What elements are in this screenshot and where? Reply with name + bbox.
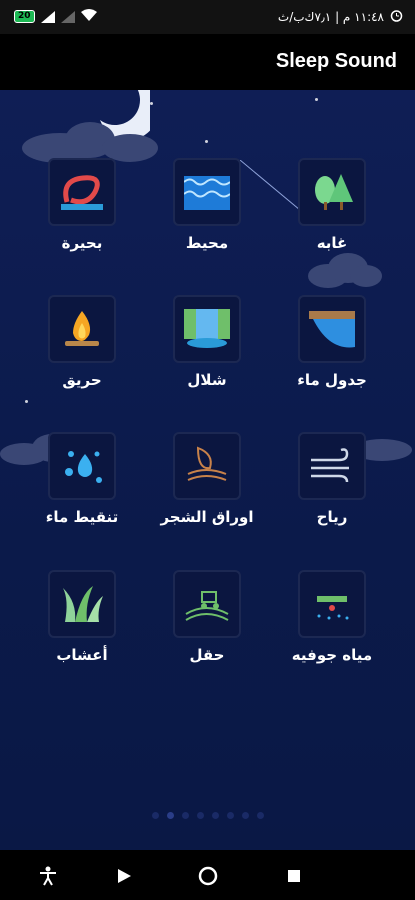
sound-label: رياح [316, 508, 348, 526]
page-dot[interactable] [226, 812, 234, 819]
sound-tile-field[interactable]: حقل [147, 570, 267, 664]
status-right: ١١:٤٨ م | ٧٫١ك‌ب/ث [278, 9, 403, 25]
sound-label: غابه [316, 234, 348, 252]
signal-icon [60, 10, 75, 23]
sound-label: حريق [62, 371, 102, 389]
accessibility-icon[interactable] [36, 864, 60, 888]
sound-tile-forest[interactable]: غابه [272, 158, 392, 252]
sound-tile-underground-water[interactable]: مياه جوفيه [272, 570, 392, 664]
forest-icon [298, 158, 366, 226]
underground-water-icon [298, 570, 366, 638]
grass-icon [48, 570, 116, 638]
stream-icon [298, 295, 366, 363]
campfire-icon [48, 295, 116, 363]
wind-icon [298, 432, 366, 500]
page-indicator[interactable] [0, 812, 415, 819]
page-dot[interactable] [256, 812, 264, 819]
play-icon[interactable] [112, 864, 136, 888]
waterfall-icon [173, 295, 241, 363]
sound-label: اوراق الشجر [160, 508, 254, 526]
page-dot[interactable] [211, 812, 219, 819]
wifi-icon [80, 9, 97, 24]
sound-tile-grass[interactable]: أعشاب [22, 570, 142, 664]
sounds-screen[interactable]: غابه محيط بحيرة جدول ماء شلال حريق رياح … [0, 90, 415, 850]
water-drops-icon [48, 432, 116, 500]
cloud-icon [308, 253, 382, 288]
sound-tile-lake[interactable]: بحيرة [22, 158, 142, 252]
page-dot[interactable] [181, 812, 189, 819]
square-icon[interactable] [282, 864, 306, 888]
home-icon[interactable] [196, 864, 220, 888]
app-bar: Sleep Sound [0, 34, 415, 90]
status-left: 20 [14, 9, 97, 24]
field-icon [173, 570, 241, 638]
status-bar: 20 ١١:٤٨ م | ٧٫١ك‌ب/ث [0, 0, 415, 34]
sound-label: أعشاب [56, 646, 108, 664]
star [315, 98, 318, 101]
page-dot[interactable] [166, 812, 174, 819]
battery-icon: 20 [14, 10, 35, 23]
navigation-bar [0, 850, 415, 900]
star [205, 140, 208, 143]
sound-tile-water-drops[interactable]: تنقيط ماء [22, 432, 142, 526]
ocean-icon [173, 158, 241, 226]
page-dot[interactable] [151, 812, 159, 819]
star [150, 102, 153, 105]
page-dot[interactable] [241, 812, 249, 819]
sound-label: بحيرة [61, 234, 103, 252]
sound-label: تنقيط ماء [45, 508, 119, 526]
signal-icon [40, 10, 55, 23]
sound-label: جدول ماء [297, 371, 367, 389]
alarm-icon [390, 9, 403, 25]
sound-tile-wind[interactable]: رياح [272, 432, 392, 526]
page-dot[interactable] [196, 812, 204, 819]
sound-tile-campfire[interactable]: حريق [22, 295, 142, 389]
sound-tile-waterfall[interactable]: شلال [147, 295, 267, 389]
sound-label: مياه جوفيه [291, 646, 373, 664]
lake-icon [48, 158, 116, 226]
app-title: Sleep Sound [275, 50, 397, 72]
sound-tile-leaves[interactable]: اوراق الشجر [147, 432, 267, 526]
sound-tile-ocean[interactable]: محيط [147, 158, 267, 252]
sound-label: حقل [189, 646, 225, 664]
star [25, 400, 28, 403]
sound-label: شلال [187, 371, 227, 389]
status-time: ١١:٤٨ م | ٧٫١ك‌ب/ث [277, 10, 384, 24]
sound-label: محيط [185, 234, 229, 252]
leaves-icon [173, 432, 241, 500]
sound-tile-stream[interactable]: جدول ماء [272, 295, 392, 389]
